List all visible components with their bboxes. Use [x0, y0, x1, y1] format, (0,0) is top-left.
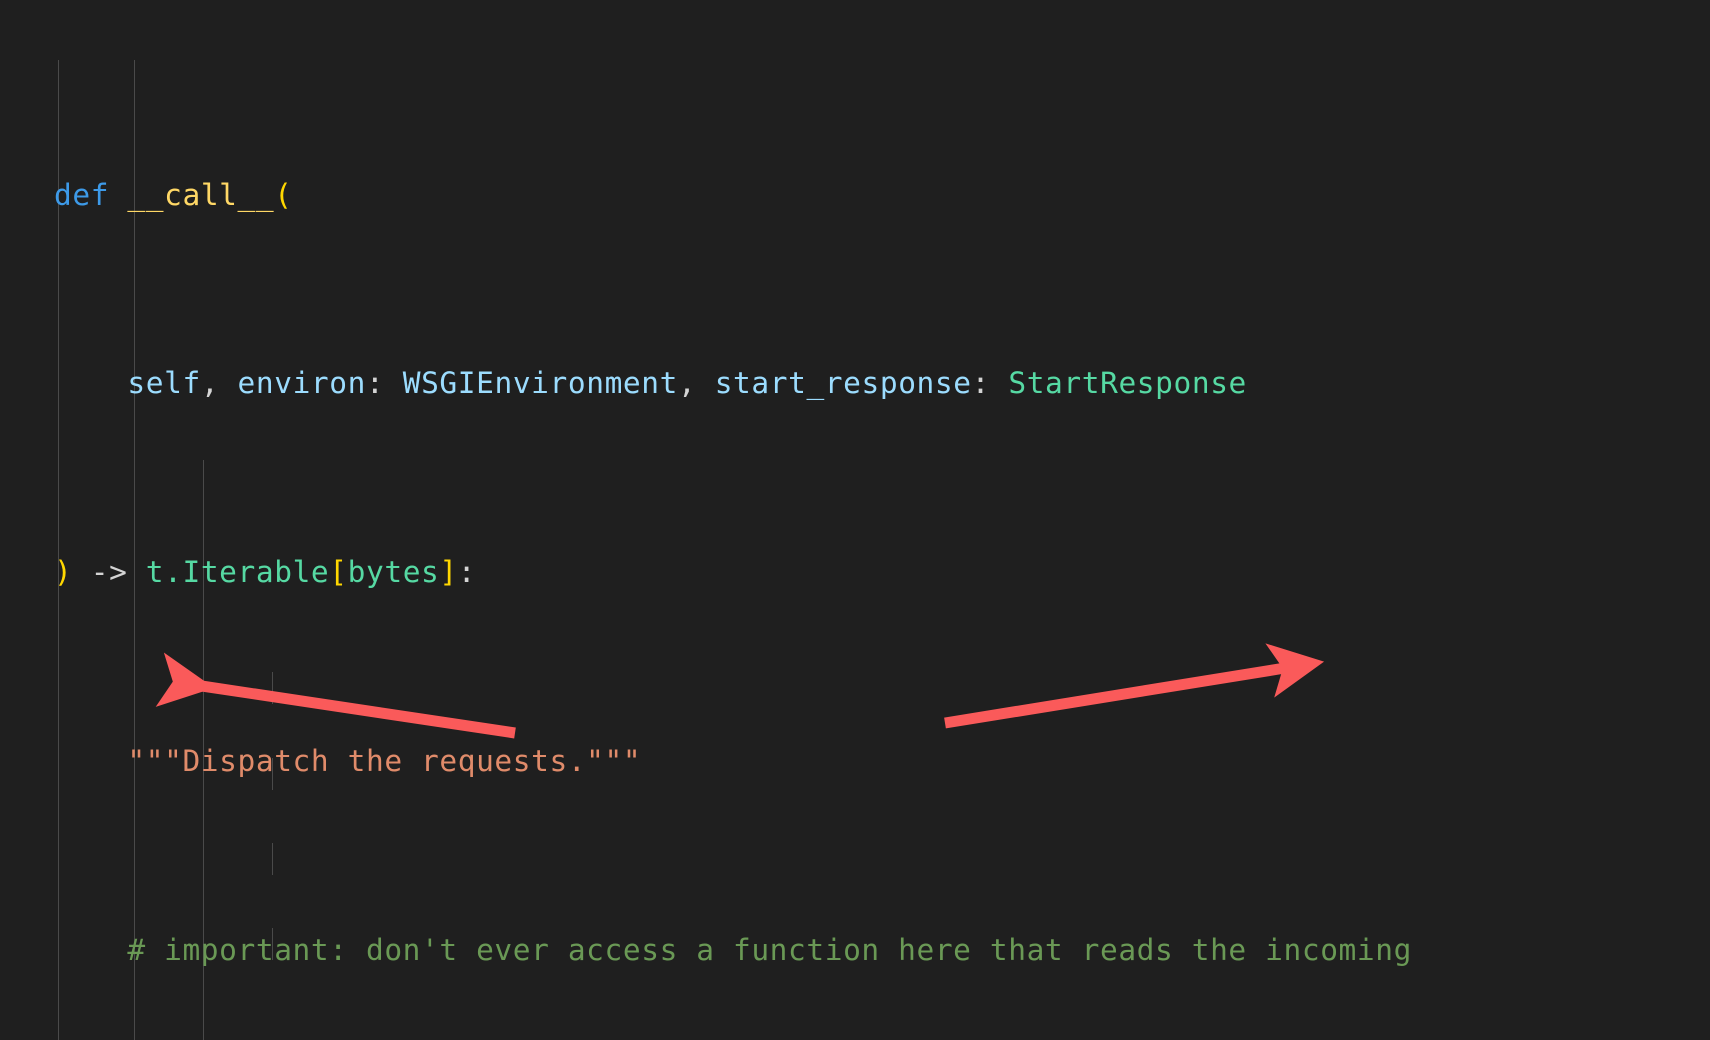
- token-function-name: __call__: [127, 177, 275, 212]
- token-type-startresponse: StartResponse: [1008, 366, 1247, 401]
- code-line[interactable]: def __call__(: [0, 172, 1710, 219]
- token-comma: ,: [200, 366, 220, 401]
- code-line[interactable]: # important: don't ever access a functio…: [0, 927, 1710, 974]
- token-bracket-close: ]: [439, 555, 458, 590]
- token-comment-important: # important: don't ever access a functio…: [127, 932, 1412, 967]
- code-content[interactable]: def __call__( self, environ: WSGIEnviron…: [0, 0, 1710, 1040]
- token-colon: :: [366, 366, 385, 401]
- token-paren-open: (: [274, 177, 293, 212]
- token-paren-close: ): [54, 555, 73, 590]
- token-bracket-open: [: [329, 555, 348, 590]
- token-type-iterable: t.Iterable: [145, 555, 330, 590]
- token-return-arrow: ->: [90, 555, 128, 590]
- code-line[interactable]: self, environ: WSGIEnvironment, start_re…: [0, 360, 1710, 407]
- code-editor-viewport[interactable]: def __call__( self, environ: WSGIEnviron…: [0, 0, 1710, 1040]
- token-self: self: [127, 366, 201, 401]
- token-type-wsgienvironment: WSGIEnvironment: [402, 366, 678, 401]
- token-param-environ: environ: [237, 366, 366, 401]
- token-keyword-def: def: [54, 177, 110, 212]
- token-colon: :: [971, 366, 990, 401]
- code-line[interactable]: ) -> t.Iterable[bytes]:: [0, 549, 1710, 596]
- code-line[interactable]: """Dispatch the requests.""": [0, 738, 1710, 785]
- token-type-bytes: bytes: [347, 555, 440, 590]
- token-colon: :: [457, 555, 477, 590]
- token-param-start-response: start_response: [714, 366, 972, 401]
- token-docstring: """Dispatch the requests.""": [127, 744, 642, 778]
- token-comma: ,: [677, 366, 697, 401]
